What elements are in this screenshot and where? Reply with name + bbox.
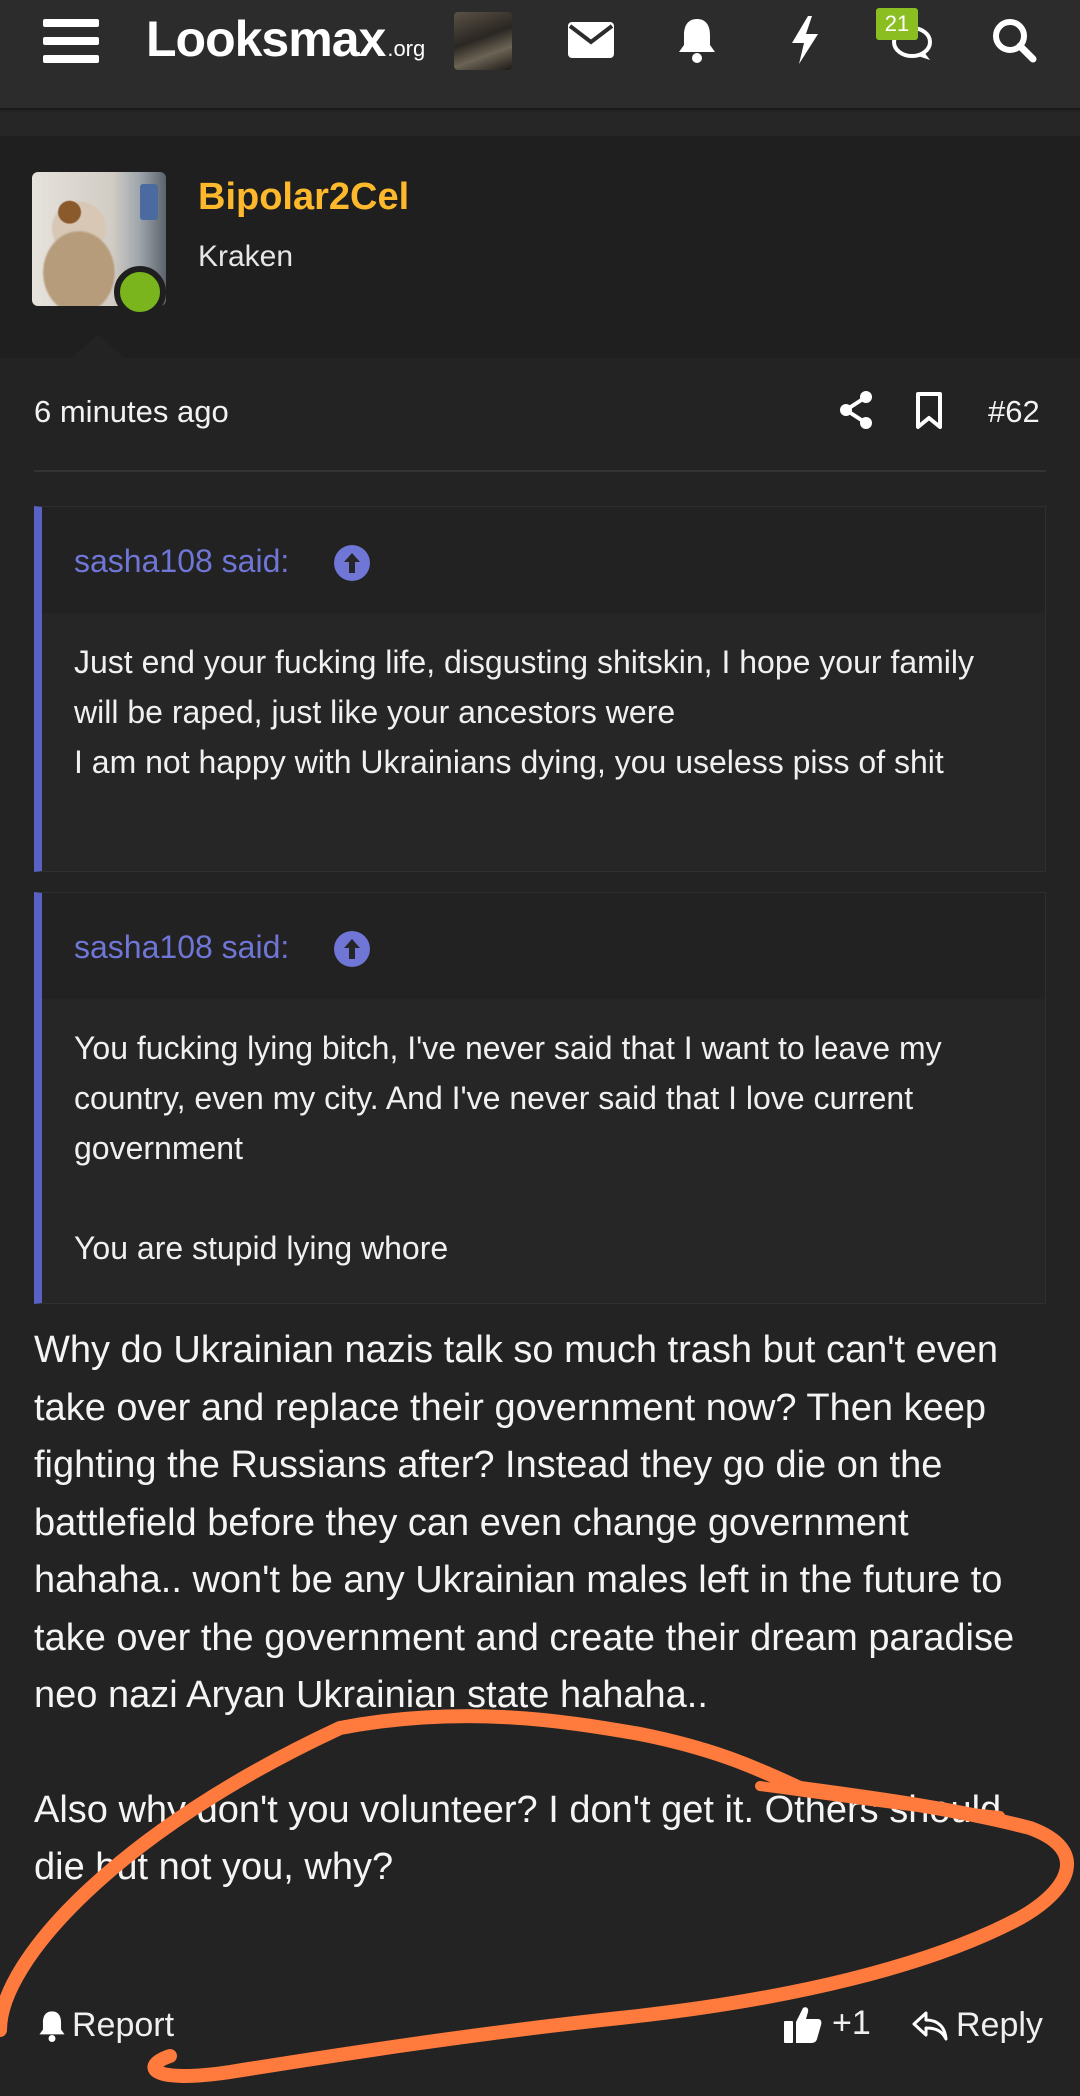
bell-icon <box>39 2010 65 2042</box>
header-pointer <box>70 334 126 360</box>
quote-block: sasha108 said: Just end your fucking lif… <box>34 506 1046 872</box>
post-message: Why do Ukrainian nazis talk so much tras… <box>34 1322 1046 1897</box>
bell-icon[interactable] <box>672 14 722 66</box>
logo-tld: .org <box>387 36 426 61</box>
chat-badge: 21 <box>876 8 918 40</box>
quote-block: sasha108 said: You fucking lying bitch, … <box>34 892 1046 1304</box>
like-button[interactable]: +1 <box>784 2004 871 2043</box>
quote-header: sasha108 said: <box>42 893 1045 999</box>
divider <box>34 470 1046 472</box>
quote-author[interactable]: sasha108 said: <box>74 543 289 580</box>
message-paragraph: Why do Ukrainian nazis talk so much tras… <box>34 1329 1015 1716</box>
menu-icon[interactable] <box>40 14 102 68</box>
online-status-dot <box>114 266 166 318</box>
user-title: Kraken <box>198 240 294 273</box>
report-button[interactable]: Report <box>38 2006 174 2045</box>
quote-body: Just end your fucking life, disgusting s… <box>42 613 1045 787</box>
post-number[interactable]: #62 <box>988 394 1040 430</box>
mail-icon[interactable] <box>566 16 616 64</box>
logo-main: Looksmax <box>146 11 386 67</box>
quote-line: I am not happy with Ukrainians dying, yo… <box>74 744 944 780</box>
like-count: +1 <box>832 2004 871 2042</box>
quote-author[interactable]: sasha108 said: <box>74 929 289 966</box>
quote-paragraph: You are stupid lying whore <box>74 1230 449 1266</box>
share-icon[interactable] <box>838 390 874 430</box>
username[interactable]: Bipolar2Cel <box>198 176 409 219</box>
site-logo[interactable]: Looksmax .org <box>146 10 425 70</box>
report-label: Report <box>72 2006 175 2044</box>
search-icon[interactable] <box>988 14 1040 66</box>
bolt-icon[interactable] <box>780 12 830 68</box>
nav-subbar <box>0 112 1080 136</box>
quote-body: You fucking lying bitch, I've never said… <box>42 999 1045 1273</box>
quote-line: Just end your fucking life, disgusting s… <box>74 644 974 730</box>
quote-header: sasha108 said: <box>42 507 1045 613</box>
thumbs-up-icon <box>784 2006 822 2043</box>
top-navbar: Looksmax .org 21 <box>0 0 1080 110</box>
post-timestamp[interactable]: 6 minutes ago <box>34 394 229 430</box>
reply-label: Reply <box>956 2006 1043 2044</box>
reply-button[interactable]: Reply <box>912 2006 1043 2045</box>
bookmark-icon[interactable] <box>914 392 944 430</box>
arrow-up-circle-icon[interactable] <box>334 931 370 967</box>
avatar-phone <box>140 184 158 220</box>
reply-arrow-icon <box>912 2011 948 2040</box>
quote-paragraph: You fucking lying bitch, I've never said… <box>74 1030 942 1166</box>
message-paragraph: Also why don't you volunteer? I don't ge… <box>34 1788 1002 1889</box>
nav-user-avatar[interactable] <box>454 12 512 70</box>
post-user-header <box>0 136 1080 358</box>
arrow-up-circle-icon[interactable] <box>334 545 370 581</box>
